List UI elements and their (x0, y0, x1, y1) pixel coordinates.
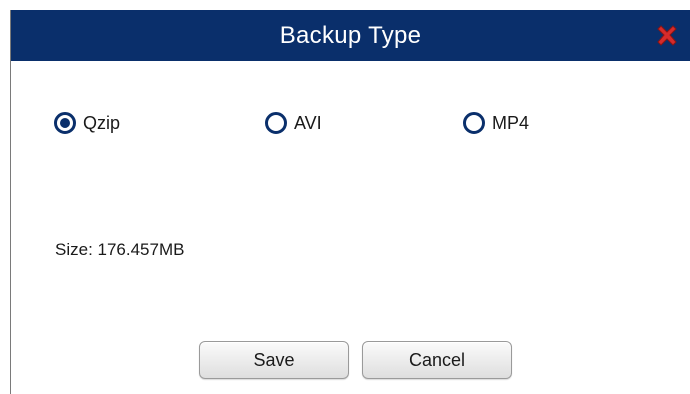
dialog-title-bar: Backup Type (11, 10, 690, 61)
radio-label-avi: AVI (294, 112, 322, 133)
radio-label-mp4: MP4 (492, 112, 530, 133)
radio-unselected-icon[interactable] (463, 112, 485, 134)
backup-size-text: Size: 176.457MB (55, 240, 185, 259)
radio-unselected-icon[interactable] (265, 112, 287, 134)
radio-selected-icon[interactable] (54, 112, 76, 134)
dialog-title: Backup Type (279, 22, 422, 49)
cancel-button[interactable]: Cancel (362, 341, 512, 379)
radio-label-qzip: Qzip (83, 112, 121, 133)
backup-type-dialog: Backup Type Qzip AVI MP4 Size: 176.457MB… (10, 10, 690, 394)
radio-option-avi[interactable]: AVI (265, 108, 322, 138)
radio-option-qzip[interactable]: Qzip (54, 108, 120, 138)
save-button[interactable]: Save (199, 341, 349, 379)
close-icon[interactable] (654, 23, 680, 49)
backup-type-radio-group: Qzip AVI MP4 (11, 108, 690, 138)
radio-option-mp4[interactable]: MP4 (463, 108, 529, 138)
